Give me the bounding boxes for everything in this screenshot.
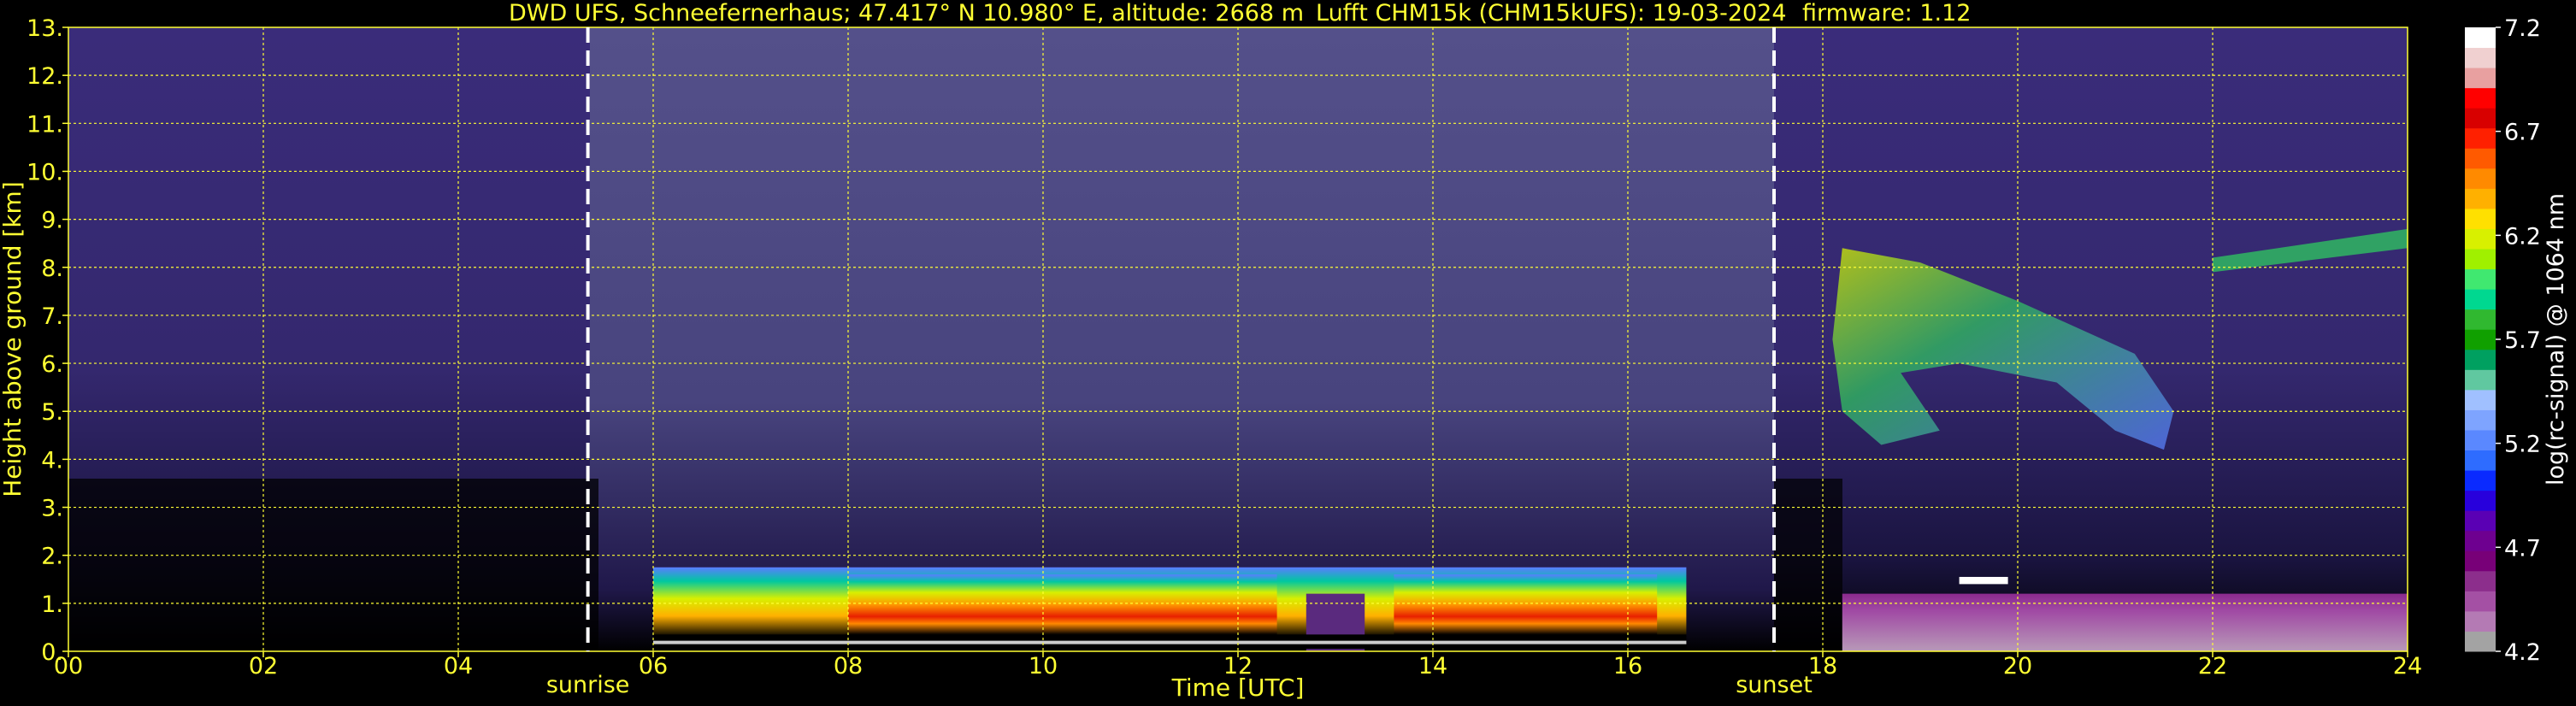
colorbar-segment bbox=[2465, 369, 2496, 391]
x-tick-label: 08 bbox=[834, 653, 863, 680]
colorbar-segment bbox=[2465, 309, 2496, 330]
colorbar-segment bbox=[2465, 289, 2496, 310]
daytime-noise bbox=[590, 27, 1774, 651]
colorbar-segment bbox=[2465, 591, 2496, 612]
y-tick-label: 4. bbox=[41, 447, 63, 474]
night-dark-left bbox=[68, 479, 598, 651]
colorbar-tick-label: 5.2 bbox=[2504, 432, 2541, 458]
colorbar-segment bbox=[2465, 249, 2496, 270]
colorbar-segment bbox=[2465, 550, 2496, 572]
x-tick-label: 20 bbox=[2003, 653, 2032, 680]
colorbar-segment bbox=[2465, 490, 2496, 511]
colorbar-segment bbox=[2465, 268, 2496, 290]
colorbar-segment bbox=[2465, 329, 2496, 350]
y-tick-label: 3. bbox=[41, 496, 63, 522]
colorbar-tick-label: 6.2 bbox=[2504, 223, 2541, 250]
colorbar-segment bbox=[2465, 610, 2496, 632]
colorbar-segment bbox=[2465, 108, 2496, 129]
colorbar-segment bbox=[2465, 228, 2496, 250]
x-tick-label: 24 bbox=[2393, 653, 2422, 680]
annotation-label-sunrise: sunrise bbox=[546, 672, 630, 698]
colorbar-segment bbox=[2465, 127, 2496, 149]
colorbar-segment bbox=[2465, 349, 2496, 370]
colorbar-segment bbox=[2465, 68, 2496, 89]
x-tick-label: 18 bbox=[1808, 653, 1837, 680]
y-tick-label: 13. bbox=[27, 15, 63, 42]
colorbar-segment bbox=[2465, 168, 2496, 189]
y-tick-label: 11. bbox=[27, 111, 63, 138]
colorbar-segment bbox=[2465, 389, 2496, 410]
x-tick-label: 02 bbox=[249, 653, 278, 680]
feature-boundary-layer-core bbox=[848, 574, 1277, 635]
y-tick-label: 6. bbox=[41, 351, 63, 378]
x-tick-label: 04 bbox=[444, 653, 473, 680]
y-tick-label: 2. bbox=[41, 544, 63, 570]
y-tick-label: 0. bbox=[41, 639, 63, 666]
colorbar-segment bbox=[2465, 47, 2496, 68]
colorbar-segment bbox=[2465, 148, 2496, 169]
colorbar-tick-label: 6.7 bbox=[2504, 120, 2541, 146]
x-tick-label: 10 bbox=[1029, 653, 1058, 680]
lidar-chart: sunrise sunset 00 02 04 06 08 10 12 14 16 18 20 22 24… bbox=[0, 0, 2569, 702]
colorbar-segment bbox=[2465, 27, 2496, 49]
y-tick-label: 10. bbox=[27, 159, 63, 185]
colorbar-segment bbox=[2465, 570, 2496, 591]
colorbar-segment bbox=[2465, 530, 2496, 551]
colorbar-tick-label: 4.7 bbox=[2504, 535, 2541, 562]
y-axis-label: Height above ground [km] bbox=[0, 181, 27, 497]
feature-cloud-top-spot bbox=[1959, 576, 2008, 585]
chart-title-left: DWD UFS, Schneefernerhaus; 47.417° N 10.… bbox=[509, 0, 1304, 26]
y-tick-label: 8. bbox=[41, 256, 63, 282]
colorbar-segment bbox=[2465, 631, 2496, 652]
annotation-label-sunset: sunset bbox=[1736, 672, 1813, 698]
feature-cloud-layer bbox=[1842, 593, 2408, 651]
colorbar-segment bbox=[2465, 87, 2496, 109]
colorbar-segment bbox=[2465, 429, 2496, 451]
y-tick-label: 1. bbox=[41, 591, 63, 618]
y-tick-label: 7. bbox=[41, 303, 63, 330]
x-tick-label: 14 bbox=[1418, 653, 1447, 680]
x-axis-label: Time [UTC] bbox=[1171, 674, 1305, 702]
y-tick-label: 9. bbox=[41, 208, 63, 234]
colorbar-segment bbox=[2465, 208, 2496, 229]
chart-title-right: firmware: 1.12 bbox=[1802, 0, 1971, 26]
chart-title-middle: Lufft CHM15k (CHM15kUFS): 19-03-2024 bbox=[1316, 0, 1787, 26]
x-tick-label: 16 bbox=[1613, 653, 1642, 680]
colorbar-segment bbox=[2465, 470, 2496, 491]
x-tick-label: 06 bbox=[639, 653, 668, 680]
night-dark-right bbox=[1774, 479, 1842, 651]
y-tick-label: 5. bbox=[41, 399, 63, 426]
colorbar-segment bbox=[2465, 188, 2496, 209]
x-tick-label: 22 bbox=[2198, 653, 2227, 680]
y-tick-label: 12. bbox=[27, 63, 63, 90]
colorbar-label: log(rc-signal) @ 1064 nm bbox=[2543, 193, 2569, 485]
colorbar-segment bbox=[2465, 409, 2496, 431]
colorbar-segment bbox=[2465, 510, 2496, 532]
feature-surface-line bbox=[653, 640, 1687, 644]
colorbar-segment bbox=[2465, 450, 2496, 471]
colorbar-tick-label: 5.7 bbox=[2504, 327, 2541, 354]
colorbar-tick-label: 4.2 bbox=[2504, 639, 2541, 666]
colorbar-tick-label: 7.2 bbox=[2504, 15, 2541, 42]
